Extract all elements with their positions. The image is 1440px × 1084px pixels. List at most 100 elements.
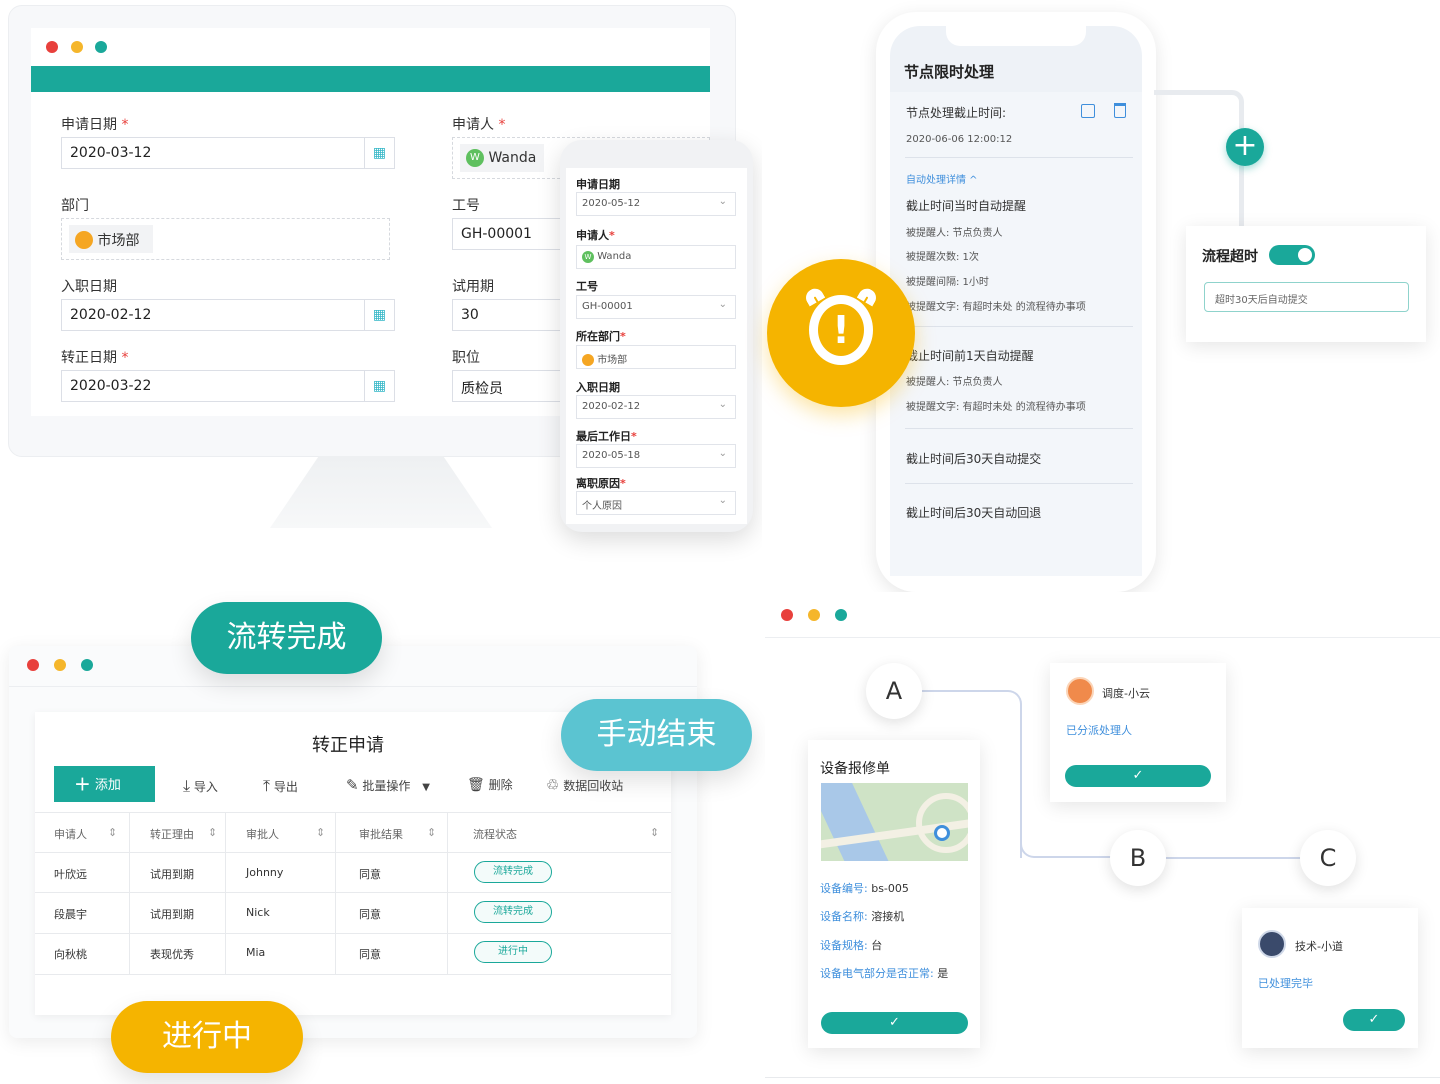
recycle-button[interactable]: ♲ 数据回收站 (546, 776, 623, 794)
sort-icon[interactable]: ⇕ (427, 826, 436, 839)
table-cell: Nick (246, 906, 270, 919)
window-maximize-dot[interactable] (95, 41, 107, 53)
flow-node-c[interactable]: C (1300, 830, 1356, 886)
position-input[interactable]: 质检员 (452, 370, 562, 402)
window-minimize-dot[interactable] (808, 609, 820, 621)
m-entry-label: 入职日期 (576, 381, 620, 394)
entry-date-input[interactable]: 2020-02-12 ▦ (61, 299, 395, 331)
table-cell: Mia (246, 946, 266, 959)
probation-input[interactable]: 30 (452, 299, 562, 331)
col-header-reason[interactable]: 转正理由 ⇕ (150, 826, 217, 842)
rule1-times: 被提醒次数: 1次 (906, 252, 979, 263)
rule1-text: 被提醒文字: 有超时未处 的流程待办事项 (906, 302, 1086, 313)
dispatcher-status: 已分派处理人 (1066, 724, 1132, 737)
timeout-label: 流程超时 (1202, 249, 1258, 265)
m-last-day-input[interactable]: 2020-05-18 ⌄ (576, 444, 736, 468)
org-icon (582, 354, 594, 366)
calendar-icon[interactable]: ▦ (364, 138, 394, 168)
divider (905, 428, 1133, 429)
batch-button[interactable]: ✎ 批量操作 ▼ (346, 776, 430, 794)
apply-date-input[interactable]: 2020-03-12 ▦ (61, 137, 395, 169)
deadline-value: 2020-06-06 12:00:12 (906, 134, 1013, 145)
sort-icon[interactable]: ⇕ (650, 826, 659, 839)
table-cell: 向秋桃 (54, 948, 87, 961)
window-minimize-dot[interactable] (54, 659, 66, 671)
col-header-approver[interactable]: 审批人 ⇕ (246, 826, 325, 842)
m-dept-input[interactable]: 市场部 (576, 345, 736, 369)
m-last-day-label: 最后工作日* (576, 430, 637, 443)
window-maximize-dot[interactable] (81, 659, 93, 671)
apply-date-label: 申请日期 * (61, 117, 129, 133)
status-badge: 流转完成 (474, 901, 552, 923)
avatar: W (582, 251, 594, 263)
form-header-bar (31, 66, 710, 92)
delete-button[interactable]: 🗑 删除 (467, 776, 513, 793)
field-row: 设备电气部分是否正常: 是 (820, 967, 949, 980)
monitor-stand (270, 456, 492, 528)
avatar: W (466, 149, 484, 167)
col-header-status[interactable]: 流程状态 ⇕ (473, 826, 659, 842)
dispatcher-name: 调度-小云 (1102, 687, 1150, 700)
col-header-result[interactable]: 审批结果 ⇕ (359, 826, 436, 842)
flow-window-divider (765, 637, 1440, 638)
applicant-tag[interactable]: W Wanda (460, 144, 544, 172)
window-close-dot[interactable] (781, 609, 793, 621)
chevron-down-icon: ⌄ (718, 196, 727, 207)
alarm-icon: ! (832, 308, 850, 352)
timeout-input[interactable]: 超时30天后自动提交 (1204, 282, 1409, 312)
edit-icon: ✎ (346, 776, 359, 794)
dept-label: 部门 (61, 198, 89, 214)
edit-icon[interactable] (1081, 104, 1095, 118)
table-cell: 表现优秀 (150, 948, 194, 961)
window-close-dot[interactable] (27, 659, 39, 671)
table-grid (35, 812, 671, 975)
calendar-icon[interactable]: ▦ (364, 371, 394, 401)
repair-confirm-button[interactable]: ✓ (821, 1012, 968, 1034)
m-apply-date-label: 申请日期 (576, 178, 620, 191)
flow-node-a[interactable]: A (866, 663, 922, 719)
download-icon: ⤓ (183, 776, 191, 795)
chevron-down-icon: ⌄ (718, 399, 727, 410)
auto-detail-toggle[interactable]: 自动处理详情 ^ (906, 171, 978, 186)
timeout-toggle[interactable] (1269, 245, 1315, 265)
window-minimize-dot[interactable] (71, 41, 83, 53)
table-cell: 试用到期 (150, 868, 194, 881)
sort-icon[interactable]: ⇕ (316, 826, 325, 839)
flow-complete-pill: 流转完成 (191, 602, 382, 674)
table-cell: Johnny (246, 866, 284, 879)
dept-name: 市场部 (97, 233, 140, 249)
probation-label: 试用期 (452, 279, 494, 295)
regular-date-input[interactable]: 2020-03-22 ▦ (61, 370, 395, 402)
add-node-button[interactable]: + (1226, 128, 1264, 166)
dept-tag[interactable]: 市场部 (69, 225, 153, 253)
trash-icon: 🗑 (467, 777, 485, 793)
add-button[interactable]: + 添加 (54, 766, 155, 802)
window-close-dot[interactable] (46, 41, 58, 53)
window-maximize-dot[interactable] (835, 609, 847, 621)
position-label: 职位 (452, 350, 480, 366)
sort-icon[interactable]: ⇕ (208, 826, 217, 839)
upload-icon: ⤒ (263, 776, 271, 795)
trash-icon[interactable] (1114, 103, 1126, 118)
field-row: 设备名称: 溶接机 (820, 910, 905, 923)
dispatcher-confirm-button[interactable]: ✓ (1065, 765, 1211, 787)
rule4-title: 截止时间后30天自动回退 (906, 506, 1042, 520)
job-no-label: 工号 (452, 198, 480, 214)
col-header-applicant[interactable]: 申请人 ⇕ (54, 826, 117, 842)
divider (905, 157, 1133, 158)
import-button[interactable]: ⤓ 导入 (183, 776, 218, 796)
job-no-input[interactable]: GH-00001 (452, 218, 562, 250)
m-applicant-input[interactable]: W Wanda (576, 245, 736, 269)
m-job-no-input[interactable]: GH-00001 ⌄ (576, 295, 736, 319)
export-button[interactable]: ⤒ 导出 (263, 776, 298, 796)
calendar-icon[interactable]: ▦ (364, 300, 394, 330)
tech-confirm-button[interactable]: ✓ (1343, 1009, 1405, 1031)
phone2-title: 节点限时处理 (904, 63, 995, 81)
m-entry-input[interactable]: 2020-02-12 ⌄ (576, 395, 736, 419)
m-reason-input[interactable]: 个人原因 ⌄ (576, 491, 736, 515)
m-apply-date-input[interactable]: 2020-05-12 ⌄ (576, 192, 736, 216)
chevron-down-icon: ⌄ (718, 299, 727, 310)
flow-node-b[interactable]: B (1110, 830, 1166, 886)
sort-icon[interactable]: ⇕ (108, 826, 117, 839)
rule1-title: 截止时间当时自动提醒 (906, 199, 1027, 213)
